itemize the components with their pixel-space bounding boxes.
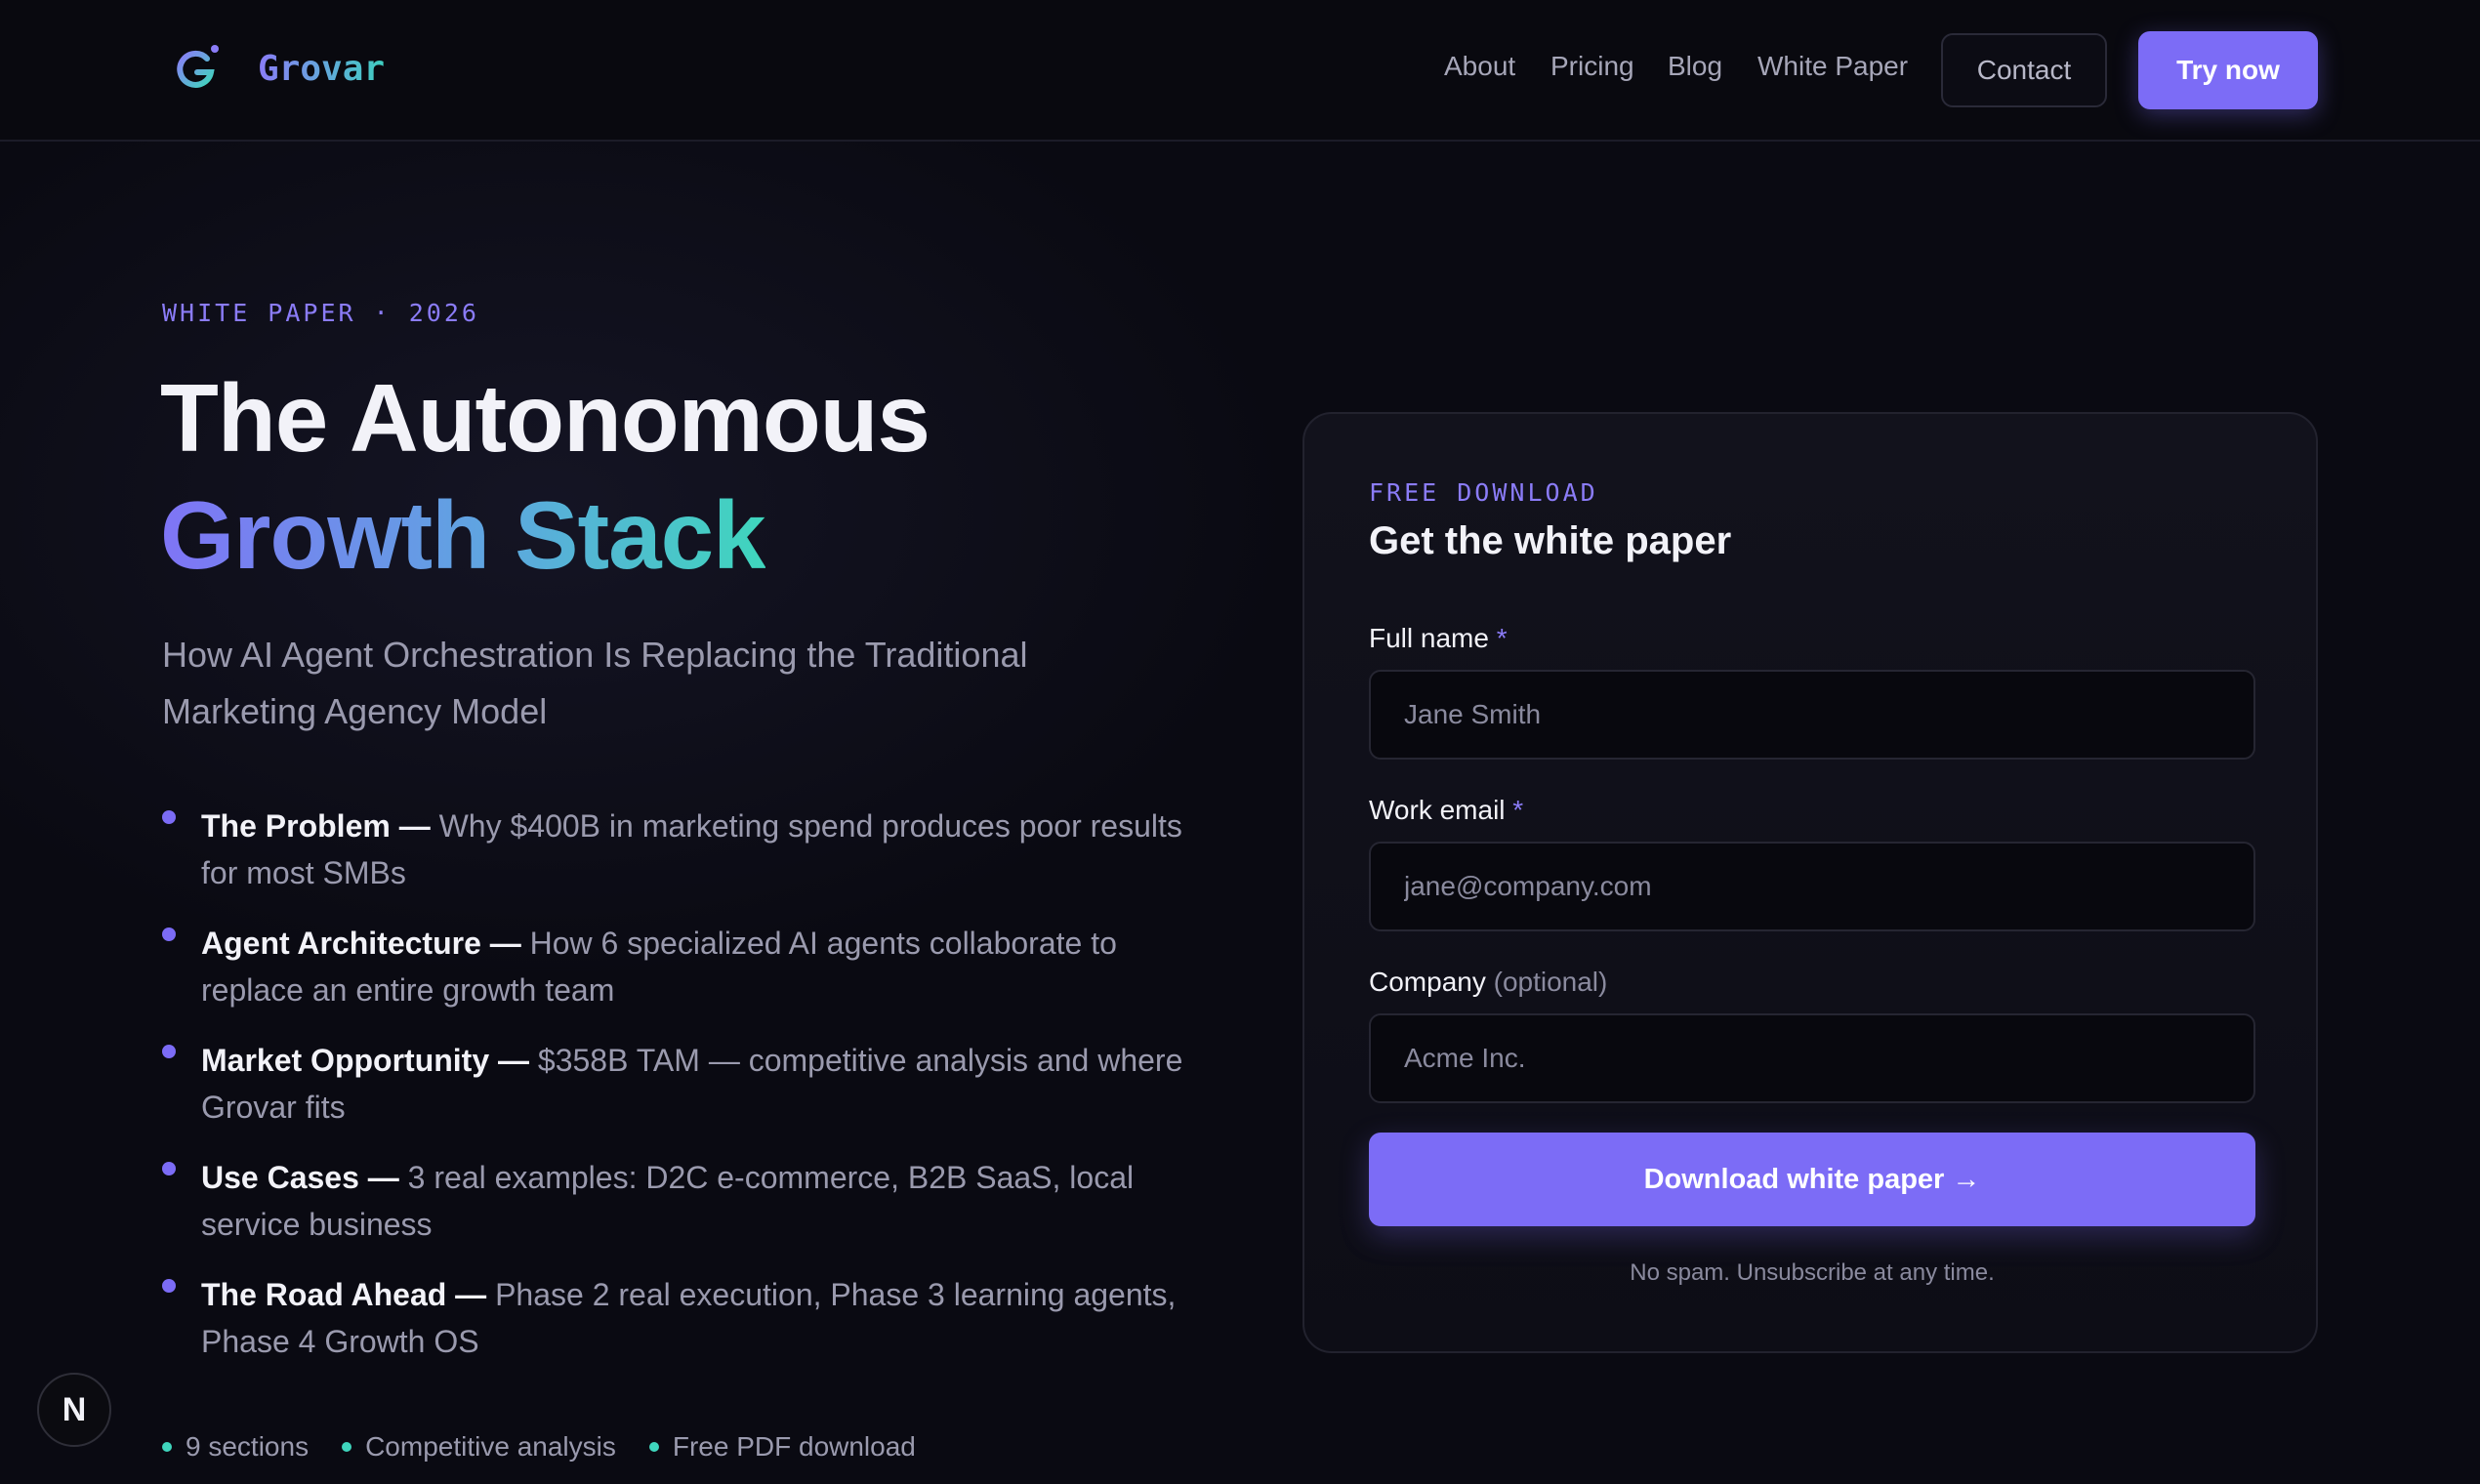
meta-label: Free PDF download bbox=[672, 1431, 916, 1462]
brand-name: Grovar bbox=[258, 48, 386, 89]
teal-dot-icon bbox=[162, 1442, 172, 1452]
meta-pdf: Free PDF download bbox=[648, 1431, 916, 1463]
teal-dot-icon bbox=[342, 1442, 352, 1452]
bullet-dot-icon bbox=[162, 810, 176, 824]
list-item-title: The Problem — bbox=[201, 808, 431, 844]
company-label: Company (optional) bbox=[1369, 967, 1607, 998]
list-item: The Problem — Why $400B in marketing spe… bbox=[162, 803, 1197, 896]
nav-link-white-paper[interactable]: White Paper bbox=[1757, 51, 1908, 82]
hero-title-line-2: Growth Stack bbox=[160, 481, 766, 589]
required-mark: * bbox=[1512, 795, 1524, 825]
form-disclaimer: No spam. Unsubscribe at any time. bbox=[1630, 1259, 1995, 1286]
nav-link-blog[interactable]: Blog bbox=[1668, 51, 1722, 82]
try-now-button[interactable]: Try now bbox=[2138, 31, 2318, 109]
work-email-input[interactable] bbox=[1369, 842, 2255, 931]
teal-dot-icon bbox=[648, 1442, 659, 1452]
nav-link-about[interactable]: About bbox=[1444, 51, 1515, 82]
hero-meta: 9 sections Competitive analysis Free PDF… bbox=[162, 1431, 949, 1463]
list-item-title: The Road Ahead — bbox=[201, 1277, 487, 1312]
form-eyebrow: FREE DOWNLOAD bbox=[1369, 478, 1598, 507]
meta-competitive: Competitive analysis bbox=[342, 1431, 616, 1463]
bullet-dot-icon bbox=[162, 1162, 176, 1175]
grovar-g-logo-icon bbox=[174, 43, 221, 94]
list-item-title: Agent Architecture — bbox=[201, 926, 521, 961]
download-form-card: FREE DOWNLOAD Get the white paper Full n… bbox=[1302, 412, 2318, 1353]
full-name-label: Full name * bbox=[1369, 623, 1508, 654]
company-label-text: Company bbox=[1369, 967, 1486, 997]
list-item-title: Market Opportunity — bbox=[201, 1043, 530, 1078]
n-badge-button[interactable]: N bbox=[37, 1373, 111, 1447]
form-title: Get the white paper bbox=[1369, 519, 1732, 562]
company-input[interactable] bbox=[1369, 1013, 2255, 1103]
bullet-dot-icon bbox=[162, 1045, 176, 1058]
required-mark: * bbox=[1496, 623, 1508, 653]
hero-title-line-1: The Autonomous bbox=[160, 364, 930, 472]
meta-label: Competitive analysis bbox=[365, 1431, 616, 1462]
meta-sections: 9 sections bbox=[162, 1431, 309, 1463]
meta-label: 9 sections bbox=[186, 1431, 310, 1462]
bullet-dot-icon bbox=[162, 928, 176, 941]
hero-subtitle: How AI Agent Orchestration Is Replacing … bbox=[162, 635, 1028, 731]
download-white-paper-button[interactable]: Download white paper → bbox=[1369, 1133, 2255, 1226]
full-name-input[interactable] bbox=[1369, 670, 2255, 760]
top-nav: Grovar About Pricing Blog White Paper Co… bbox=[0, 0, 2480, 142]
hero-eyebrow: WHITE PAPER · 2026 bbox=[162, 299, 479, 327]
list-item: Agent Architecture — How 6 specialized A… bbox=[162, 920, 1197, 1013]
optional-mark: (optional) bbox=[1493, 967, 1608, 997]
list-item-title: Use Cases — bbox=[201, 1160, 399, 1195]
list-item: Market Opportunity — $358B TAM — competi… bbox=[162, 1037, 1197, 1131]
bullet-dot-icon bbox=[162, 1279, 176, 1293]
full-name-label-text: Full name bbox=[1369, 623, 1489, 653]
list-item: Use Cases — 3 real examples: D2C e-comme… bbox=[162, 1154, 1197, 1248]
list-item: The Road Ahead — Phase 2 real execution,… bbox=[162, 1271, 1197, 1365]
brand-logo-link[interactable]: Grovar bbox=[174, 43, 385, 94]
contents-list: The Problem — Why $400B in marketing spe… bbox=[162, 803, 1197, 1388]
work-email-label: Work email * bbox=[1369, 795, 1523, 826]
contact-button[interactable]: Contact bbox=[1941, 33, 2107, 107]
work-email-label-text: Work email bbox=[1369, 795, 1506, 825]
nav-link-pricing[interactable]: Pricing bbox=[1550, 51, 1634, 82]
